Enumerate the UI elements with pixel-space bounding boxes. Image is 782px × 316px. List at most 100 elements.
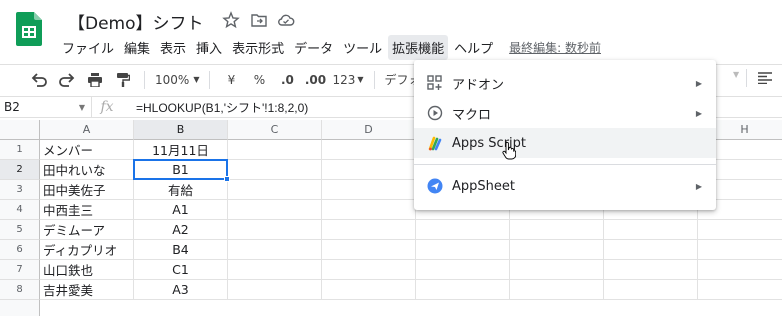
cell-h6[interactable] xyxy=(698,240,782,260)
font-size-arrow-icon[interactable]: ▼ xyxy=(733,70,739,79)
menu-item-macros[interactable]: マクロ ▶ xyxy=(414,98,716,128)
apps-script-icon xyxy=(426,134,444,152)
cell-b1[interactable]: 11月11日 xyxy=(134,140,228,160)
print-icon[interactable] xyxy=(84,69,106,91)
cell-d4[interactable] xyxy=(322,200,416,220)
cell-a6[interactable]: ディカプリオ xyxy=(40,240,134,260)
last-edit-link[interactable]: 最終編集: 数秒前 xyxy=(509,39,601,56)
cell-c4[interactable] xyxy=(228,200,322,220)
row-header-1[interactable]: 1 xyxy=(0,140,40,160)
undo-icon[interactable] xyxy=(28,69,50,91)
column-header-d[interactable]: D xyxy=(322,120,416,140)
menu-file[interactable]: ファイル xyxy=(58,35,118,60)
cell-b8[interactable]: A3 xyxy=(134,280,228,300)
row-header-4[interactable]: 4 xyxy=(0,200,40,220)
cell-h5[interactable] xyxy=(698,220,782,240)
column-header-c[interactable]: C xyxy=(228,120,322,140)
row-header-2[interactable]: 2 xyxy=(0,160,40,180)
sheets-logo-icon[interactable] xyxy=(16,12,42,46)
formula-input[interactable]: =HLOOKUP(B1,'シフト'!1:8,2,0) xyxy=(122,99,308,116)
menu-item-addons[interactable]: アドオン ▶ xyxy=(414,68,716,98)
row-header-6[interactable]: 6 xyxy=(0,240,40,260)
align-left-icon[interactable] xyxy=(758,72,772,84)
redo-icon[interactable] xyxy=(56,69,78,91)
cell-b7[interactable]: C1 xyxy=(134,260,228,280)
menu-edit[interactable]: 編集 xyxy=(120,35,154,60)
cell-d1[interactable] xyxy=(322,140,416,160)
menu-format[interactable]: 表示形式 xyxy=(228,35,288,60)
column-header-a[interactable]: A xyxy=(40,120,134,140)
cell-d8[interactable] xyxy=(322,280,416,300)
cell-c6[interactable] xyxy=(228,240,322,260)
cell-e5[interactable] xyxy=(416,220,510,240)
cell-a5[interactable]: デミムーア xyxy=(40,220,134,240)
number-format-select[interactable]: 123 ▼ xyxy=(332,69,363,91)
cell-a3[interactable]: 田中美佐子 xyxy=(40,180,134,200)
select-all-corner[interactable] xyxy=(0,120,40,140)
cloud-saved-icon[interactable] xyxy=(277,11,295,29)
increase-decimal-button[interactable]: .00 xyxy=(304,69,326,91)
currency-format-button[interactable]: ¥ xyxy=(220,69,242,91)
document-title[interactable]: 【Demo】シフト xyxy=(68,9,204,34)
cell-h8[interactable] xyxy=(698,280,782,300)
cell-g8[interactable] xyxy=(604,280,698,300)
cell-h7[interactable] xyxy=(698,260,782,280)
row-header-overflow[interactable] xyxy=(0,300,40,316)
menu-extensions[interactable]: 拡張機能 xyxy=(388,34,449,60)
cell-b3[interactable]: 有給 xyxy=(134,180,228,200)
cell-d5[interactable] xyxy=(322,220,416,240)
cell-b6[interactable]: B4 xyxy=(134,240,228,260)
cell-c3[interactable] xyxy=(228,180,322,200)
name-box-dropdown-icon[interactable]: ▼ xyxy=(79,103,85,112)
cell-b5[interactable]: A2 xyxy=(134,220,228,240)
cell-g6[interactable] xyxy=(604,240,698,260)
cell-c7[interactable] xyxy=(228,260,322,280)
cell-f8[interactable] xyxy=(510,280,604,300)
percent-format-button[interactable]: % xyxy=(248,69,270,91)
cell-d3[interactable] xyxy=(322,180,416,200)
menu-data[interactable]: データ xyxy=(290,35,337,60)
row-header-7[interactable]: 7 xyxy=(0,260,40,280)
cell-c1[interactable] xyxy=(228,140,322,160)
column-header-b[interactable]: B xyxy=(134,120,228,140)
cell-a7[interactable]: 山口鉄也 xyxy=(40,260,134,280)
cell-d7[interactable] xyxy=(322,260,416,280)
name-box[interactable]: B2 ▼ xyxy=(0,97,92,117)
cell-c2[interactable] xyxy=(228,160,322,180)
cell-f6[interactable] xyxy=(510,240,604,260)
toolbar-divider xyxy=(209,70,211,89)
cell-f5[interactable] xyxy=(510,220,604,240)
row-header-8[interactable]: 8 xyxy=(0,280,40,300)
menu-insert[interactable]: 挿入 xyxy=(192,35,226,60)
star-icon[interactable] xyxy=(222,11,240,29)
cell-b2[interactable]: B1 xyxy=(134,160,228,180)
paint-format-icon[interactable] xyxy=(112,69,134,91)
menu-item-appsheet[interactable]: AppSheet ▶ xyxy=(414,171,716,201)
menu-item-apps-script[interactable]: Apps Script xyxy=(414,128,716,158)
row-header-5[interactable]: 5 xyxy=(0,220,40,240)
cell-c8[interactable] xyxy=(228,280,322,300)
cell-d6[interactable] xyxy=(322,240,416,260)
row-header-3[interactable]: 3 xyxy=(0,180,40,200)
cell-a1[interactable]: メンバー xyxy=(40,140,134,160)
cell-b4[interactable]: A1 xyxy=(134,200,228,220)
menu-help[interactable]: ヘルプ xyxy=(450,35,497,60)
cell-a4[interactable]: 中西圭三 xyxy=(40,200,134,220)
cell-f7[interactable] xyxy=(510,260,604,280)
fx-icon: fx xyxy=(100,99,114,115)
zoom-select[interactable]: 100% ▼ xyxy=(155,69,199,91)
cell-a2[interactable]: 田中れいな xyxy=(40,160,134,180)
cell-e6[interactable] xyxy=(416,240,510,260)
cell-c5[interactable] xyxy=(228,220,322,240)
cell-e7[interactable] xyxy=(416,260,510,280)
menu-tools[interactable]: ツール xyxy=(339,35,386,60)
move-folder-icon[interactable] xyxy=(250,11,268,29)
fill-handle[interactable] xyxy=(224,176,230,182)
cell-g7[interactable] xyxy=(604,260,698,280)
cell-d2[interactable] xyxy=(322,160,416,180)
decrease-decimal-button[interactable]: .0 xyxy=(276,69,298,91)
cell-g5[interactable] xyxy=(604,220,698,240)
menu-view[interactable]: 表示 xyxy=(156,35,190,60)
cell-e8[interactable] xyxy=(416,280,510,300)
cell-a8[interactable]: 吉井愛美 xyxy=(40,280,134,300)
